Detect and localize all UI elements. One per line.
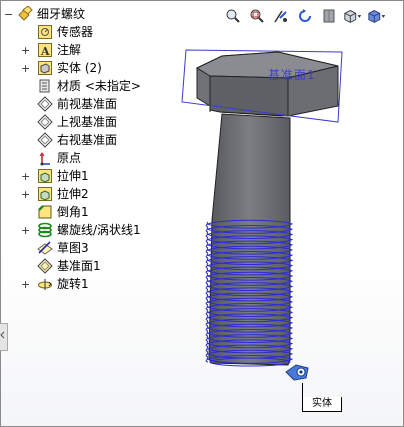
svg-text:A: A	[40, 45, 50, 58]
expand-icon[interactable]: +	[21, 63, 30, 74]
expand-icon[interactable]: +	[21, 225, 30, 236]
chevron-left-icon	[0, 331, 5, 339]
section-view-button[interactable]	[319, 6, 339, 26]
tag-leader-line	[302, 383, 303, 397]
tree-item-label: 基准面1	[57, 259, 101, 273]
tree-item-label: 上视基准面	[57, 115, 118, 129]
display-style-button[interactable]	[367, 6, 387, 26]
collapse-icon[interactable]: −	[4, 9, 13, 20]
annotation-icon: A	[38, 43, 52, 58]
expand-icon[interactable]: +	[21, 189, 30, 200]
previous-view-button[interactable]	[271, 6, 291, 26]
tree-item-label: 注解	[57, 43, 82, 57]
tree-item-label: 拉伸2	[57, 187, 89, 201]
tree-item-annotations[interactable]: + A 注解	[0, 41, 150, 59]
tree-item-origin[interactable]: 原点	[0, 149, 150, 167]
sensor-icon	[38, 25, 52, 39]
solid-bodies-icon	[38, 61, 52, 75]
tree-item-material[interactable]: 材质 <未指定>	[0, 77, 150, 95]
part-icon	[18, 6, 33, 21]
rotate-icon	[299, 9, 311, 22]
helix-icon	[38, 222, 52, 238]
tree-item-label: 前视基准面	[57, 97, 118, 111]
heads-up-toolbar	[223, 6, 391, 26]
tree-item-label: 草图3	[57, 241, 89, 255]
tree-item-top-plane[interactable]: 上视基准面	[0, 113, 150, 131]
tree-item-label: 实体 (2)	[57, 61, 102, 75]
tree-item-label: 右视基准面	[57, 133, 118, 147]
tree-item-sensors[interactable]: 传感器	[0, 23, 150, 41]
tree-item-helix1[interactable]: + 螺旋线/涡状线1	[0, 221, 170, 239]
section-view-icon	[323, 9, 335, 23]
zoom-fit-button[interactable]	[223, 6, 243, 26]
body-tag: 实体	[302, 397, 342, 412]
zoom-area-button[interactable]	[247, 6, 267, 26]
plane-label: 基准面1	[268, 68, 316, 82]
tree-item-front-plane[interactable]: 前视基准面	[0, 95, 150, 113]
zoom-area-icon	[250, 9, 264, 23]
tree-item-plane1[interactable]: 基准面1	[0, 257, 150, 275]
chamfer-icon	[38, 205, 52, 219]
tree-item-label: 材质 <未指定>	[57, 79, 141, 93]
tree-item-extrude1[interactable]: + 拉伸1	[0, 167, 150, 185]
tree-item-label: 倒角1	[57, 205, 89, 219]
part-name: 细牙螺纹	[37, 7, 86, 21]
extrude-icon	[38, 169, 52, 183]
view-orientation-button[interactable]	[343, 6, 363, 26]
tree-item-label: 原点	[57, 151, 82, 165]
tree-item-chamfer1[interactable]: 倒角1	[0, 203, 150, 221]
tree-item-extrude2[interactable]: + 拉伸2	[0, 185, 150, 203]
previous-view-icon	[274, 10, 287, 23]
view-orientation-icon	[344, 10, 362, 23]
rotate-button[interactable]	[295, 6, 315, 26]
material-icon	[39, 79, 50, 93]
expand-icon[interactable]: +	[21, 45, 30, 56]
plane-icon	[37, 114, 53, 130]
extrude-icon	[38, 187, 52, 201]
display-style-icon	[368, 10, 386, 23]
reference-triad-icon[interactable]	[284, 362, 312, 384]
revolve-icon	[38, 279, 52, 290]
plane-icon	[37, 96, 53, 112]
sketch-icon	[37, 241, 53, 255]
expand-icon[interactable]: +	[21, 171, 30, 182]
zoom-fit-icon	[226, 9, 240, 23]
tree-item-label: 螺旋线/涡状线1	[57, 223, 141, 237]
plane-icon	[37, 132, 53, 148]
tree-item-label: 拉伸1	[57, 169, 89, 183]
tree-item-solid-bodies[interactable]: + 实体 (2)	[0, 59, 150, 77]
origin-icon	[39, 152, 50, 166]
tree-item-sketch3[interactable]: 草图3	[0, 239, 150, 257]
tree-item-revolve1[interactable]: + 旋转1	[0, 275, 150, 293]
tree-item-right-plane[interactable]: 右视基准面	[0, 131, 150, 149]
expand-icon[interactable]: +	[21, 279, 30, 290]
tree-root[interactable]: − 细牙螺纹	[0, 5, 150, 23]
tree-item-label: 传感器	[57, 25, 94, 39]
panel-collapse-handle[interactable]	[0, 323, 8, 351]
plane-icon	[37, 258, 53, 274]
tree-item-label: 旋转1	[57, 277, 89, 291]
graphics-viewport[interactable]	[170, 40, 370, 385]
